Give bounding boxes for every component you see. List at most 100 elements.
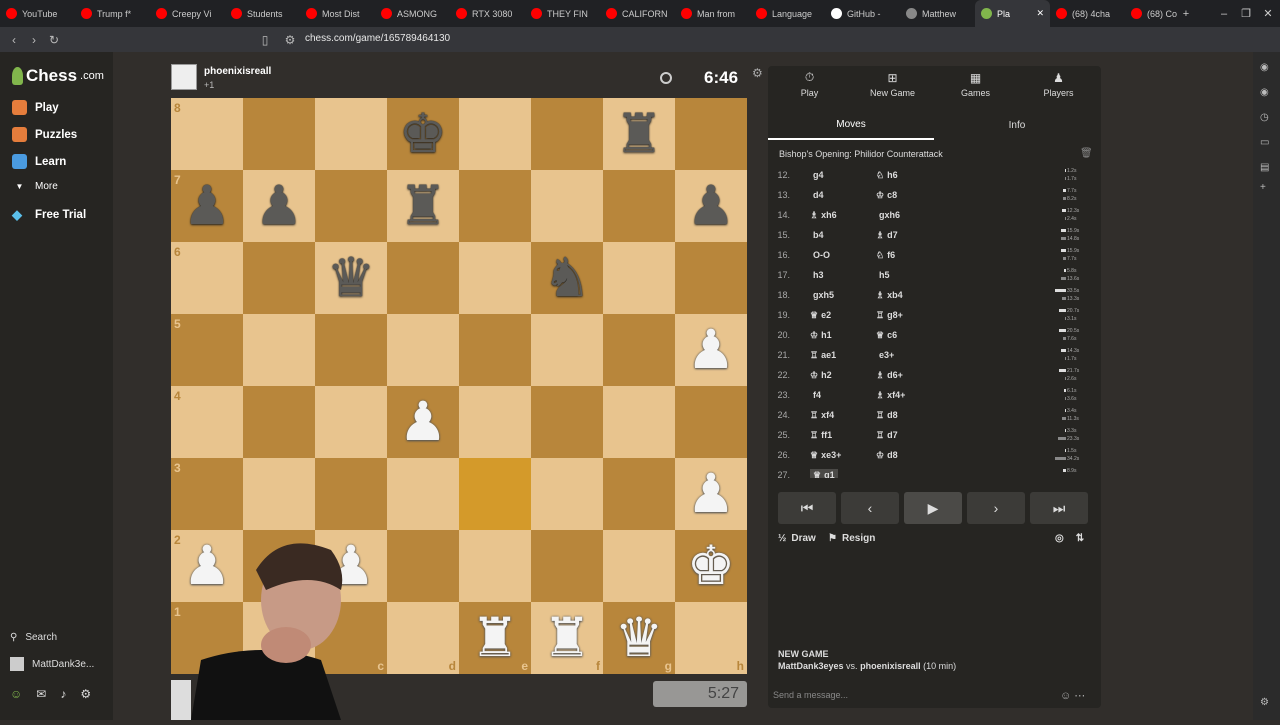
history-icon[interactable]: ◷ — [1260, 112, 1272, 124]
sidebar-item-play[interactable]: Play — [12, 100, 59, 115]
white-move[interactable]: ♖ xf4 — [810, 410, 834, 421]
browser-tab[interactable]: ASMONG — [375, 0, 450, 27]
bell-icon[interactable]: ♪ — [60, 687, 66, 701]
black-pawn-piece[interactable]: ♟ — [243, 170, 315, 242]
white-move[interactable]: ♔ h1 — [810, 330, 832, 341]
white-move[interactable]: ♗ xh6 — [810, 210, 837, 221]
black-rook-piece[interactable]: ♜ — [603, 98, 675, 170]
black-queen-piece[interactable]: ♛ — [315, 242, 387, 314]
browser-tab[interactable]: Creepy Vi — [150, 0, 225, 27]
browser-tab[interactable]: YouTube — [0, 0, 75, 27]
resign-button[interactable]: ⚑ Resign — [828, 533, 875, 544]
square-b5[interactable] — [243, 314, 315, 386]
black-pawn-piece[interactable]: ♟ — [171, 170, 243, 242]
messenger-icon[interactable]: ◉ — [1260, 62, 1272, 74]
sidebar-search[interactable]: ⚲ Search — [10, 632, 57, 643]
white-move[interactable]: ♕ xe3+ — [810, 450, 841, 461]
square-c7[interactable] — [315, 170, 387, 242]
square-e7[interactable] — [459, 170, 531, 242]
more-options-icon[interactable]: ⋯ — [1074, 690, 1085, 702]
square-f4[interactable] — [531, 386, 603, 458]
square-b6[interactable] — [243, 242, 315, 314]
white-move[interactable]: h3 — [810, 270, 824, 280]
white-pawn-piece[interactable]: ♟ — [675, 458, 747, 530]
settings-icon[interactable]: ⚙ — [1260, 697, 1272, 709]
square-a6[interactable]: 6 — [171, 242, 243, 314]
square-f2[interactable] — [531, 530, 603, 602]
browser-tab[interactable]: Language — [750, 0, 825, 27]
close-tab-icon[interactable]: ✕ — [1036, 8, 1044, 19]
black-move[interactable]: ♖ d7 — [876, 430, 898, 441]
next-move-button[interactable]: › — [967, 492, 1025, 524]
maximize-icon[interactable]: ❐ — [1236, 0, 1256, 27]
gear-icon[interactable]: ⚙ — [80, 687, 91, 701]
add-panel-icon[interactable]: + — [1260, 182, 1272, 194]
browser-tab[interactable]: Trump f* — [75, 0, 150, 27]
avatar[interactable] — [171, 64, 197, 90]
square-g7[interactable] — [603, 170, 675, 242]
sidebar-item-learn[interactable]: Learn — [12, 154, 66, 169]
square-e8[interactable] — [459, 98, 531, 170]
black-move[interactable]: ♗ xb4 — [876, 290, 903, 301]
browser-tab[interactable]: Pla ✕ — [975, 0, 1050, 27]
white-pawn-piece[interactable]: ♟ — [675, 314, 747, 386]
square-c5[interactable] — [315, 314, 387, 386]
square-g4[interactable] — [603, 386, 675, 458]
white-move[interactable]: g4 — [810, 170, 824, 180]
previous-move-button[interactable]: ‹ — [841, 492, 899, 524]
board-settings-icon[interactable]: ⚙ — [752, 66, 763, 80]
black-move[interactable]: h5 — [876, 270, 890, 280]
sidebar-item-more[interactable]: ▼ More — [12, 181, 58, 192]
square-g6[interactable] — [603, 242, 675, 314]
white-move[interactable]: ♔ h2 — [810, 370, 832, 381]
black-move[interactable]: ♗ d6+ — [876, 370, 903, 381]
new-tab-button[interactable]: + — [1176, 0, 1196, 27]
square-a8[interactable]: 8 — [171, 98, 243, 170]
square-b4[interactable] — [243, 386, 315, 458]
tab-new-game[interactable]: ⊞ New Game — [851, 66, 934, 102]
black-move[interactable]: ♗ d7 — [876, 230, 898, 241]
black-move[interactable]: ♗ xf4+ — [876, 390, 905, 401]
square-e6[interactable] — [459, 242, 531, 314]
black-move[interactable]: ♖ g8+ — [876, 310, 903, 321]
browser-tab[interactable]: Most Dist — [300, 0, 375, 27]
square-e4[interactable] — [459, 386, 531, 458]
forward-icon[interactable]: › — [24, 27, 44, 52]
square-h6[interactable] — [675, 242, 747, 314]
square-e2[interactable] — [459, 530, 531, 602]
url-field[interactable]: chess.com/game/165789464130 — [305, 33, 450, 44]
analysis-icon[interactable]: ◎ — [1055, 533, 1064, 544]
sidebar-item-puzzles[interactable]: Puzzles — [12, 127, 77, 142]
tab-info[interactable]: Info — [934, 110, 1100, 140]
white-move[interactable]: ♖ ae1 — [810, 350, 836, 361]
mail-icon[interactable]: ✉ — [36, 687, 46, 701]
reload-icon[interactable]: ↻ — [44, 27, 64, 52]
draw-button[interactable]: ½ Draw — [778, 533, 816, 544]
square-h8[interactable] — [675, 98, 747, 170]
browser-tab[interactable]: (68) 4cha — [1050, 0, 1125, 27]
square-a5[interactable]: 5 — [171, 314, 243, 386]
chesscom-logo[interactable]: Chess .com — [12, 66, 104, 86]
square-g5[interactable] — [603, 314, 675, 386]
bookmark-icon[interactable]: ▯ — [255, 27, 275, 52]
square-c4[interactable] — [315, 386, 387, 458]
square-e3[interactable] — [459, 458, 531, 530]
black-move[interactable]: ♖ d8 — [876, 410, 898, 421]
white-move[interactable]: gxh5 — [810, 290, 834, 300]
square-f5[interactable] — [531, 314, 603, 386]
last-move-button[interactable]: ⏭ — [1030, 492, 1088, 524]
black-move[interactable] — [876, 470, 879, 478]
browser-tab[interactable]: GitHub - — [825, 0, 900, 27]
square-h4[interactable] — [675, 386, 747, 458]
black-king-piece[interactable]: ♚ — [387, 98, 459, 170]
flip-board-icon[interactable]: ⇅ — [1076, 533, 1084, 544]
play-button[interactable]: ▶ — [904, 492, 962, 524]
friends-icon[interactable]: ☺ — [10, 687, 22, 701]
emoji-icon[interactable]: ☺ — [1060, 690, 1071, 702]
browser-tab[interactable]: Man from — [675, 0, 750, 27]
square-b3[interactable] — [243, 458, 315, 530]
tab-games[interactable]: ▦ Games — [934, 66, 1017, 102]
square-d2[interactable] — [387, 530, 459, 602]
black-move[interactable]: e3+ — [876, 350, 894, 360]
square-f8[interactable] — [531, 98, 603, 170]
